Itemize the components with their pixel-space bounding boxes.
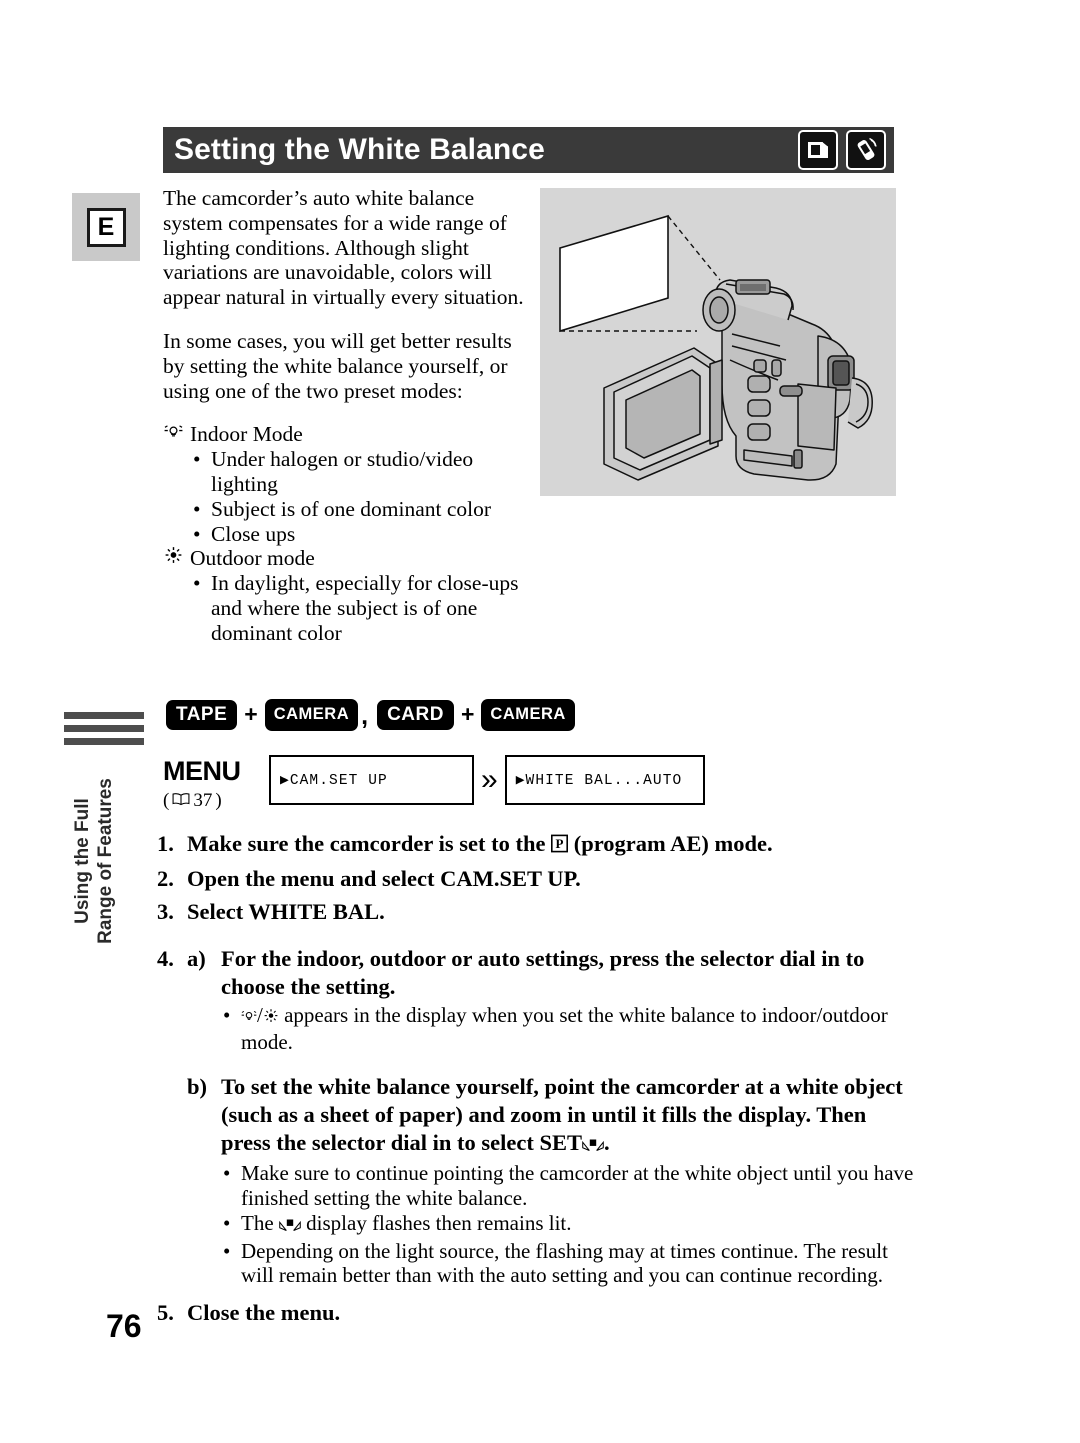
mode-outdoor-bullets: In daylight, especially for close-ups an… bbox=[193, 571, 533, 645]
key-badge-camera-2[interactable]: CAMERA bbox=[481, 699, 575, 731]
menu-label-block: MENU ( 37 ) bbox=[163, 755, 263, 812]
key-badge-camera-1[interactable]: CAMERA bbox=[264, 699, 359, 731]
step-4b-spacer bbox=[157, 1073, 187, 1159]
note-text: Make sure to continue pointing the camco… bbox=[241, 1161, 914, 1210]
wireless-remote-icon bbox=[846, 130, 886, 170]
chevron-right-icon: » bbox=[481, 763, 498, 796]
mode-indoor-label: Indoor Mode bbox=[190, 422, 303, 447]
paren-open: ( bbox=[163, 790, 170, 811]
step-1-text-after: (program AE) mode. bbox=[568, 831, 773, 856]
intro-paragraph-1: The camcorder’s auto white balance syste… bbox=[163, 186, 524, 310]
menu-screen-white-bal[interactable]: ▶WHITE BAL...AUTO bbox=[504, 755, 705, 805]
open-book-icon bbox=[172, 790, 190, 812]
sidebar-bar bbox=[64, 725, 144, 732]
step-4a: 4. a) For the indoor, outdoor or auto se… bbox=[157, 945, 917, 1001]
mode-outdoor-label: Outdoor mode bbox=[190, 546, 315, 571]
menu-screen-white-bal-text: ▶WHITE BAL...AUTO bbox=[515, 772, 683, 789]
list-item: Subject is of one dominant color bbox=[193, 497, 533, 522]
key-badge-tape[interactable]: TAPE bbox=[166, 699, 238, 730]
list-item: Under halogen or studio/video lighting bbox=[193, 447, 533, 497]
list-item: / appears in the display when you set th… bbox=[221, 1003, 917, 1054]
edition-marker-e: E bbox=[86, 207, 126, 247]
menu-navigation-row: MENU ( 37 ) ▶CAM.SET UP » ▶WHITE BAL...A… bbox=[163, 755, 705, 812]
header-icon-group bbox=[798, 130, 886, 170]
note-text-before: The bbox=[241, 1211, 279, 1235]
list-item: Close ups bbox=[193, 522, 533, 547]
step-2-number: 2. bbox=[157, 866, 174, 891]
preset-mode-list: Indoor Mode Under halogen or studio/vide… bbox=[163, 422, 533, 645]
sidebar-section-label: Using the Full Range of Features bbox=[71, 741, 117, 981]
sidebar-section-label-line2: Range of Features bbox=[95, 778, 116, 944]
paren-close: ) bbox=[215, 790, 222, 811]
step-4a-text: For the indoor, outdoor or auto settings… bbox=[221, 946, 865, 999]
menu-page-reference: ( 37 ) bbox=[163, 790, 263, 812]
separator-comma: , bbox=[361, 701, 369, 730]
indoor-lamp-icon bbox=[163, 422, 183, 447]
step-5-number: 5. bbox=[157, 1299, 174, 1325]
step-1: 1. Make sure the camcorder is set to the… bbox=[157, 830, 917, 859]
list-item: In daylight, especially for close-ups an… bbox=[193, 571, 533, 645]
mode-outdoor: Outdoor mode bbox=[163, 546, 533, 571]
step-2: 2. Open the menu and select CAM.SET UP. bbox=[157, 865, 917, 892]
step-1-number: 1. bbox=[157, 831, 174, 856]
camcorder-illustration bbox=[540, 188, 896, 496]
step-1-text: Make sure the camcorder is set to the P … bbox=[187, 830, 917, 859]
step-4b-letter: b) bbox=[187, 1074, 208, 1099]
list-item: Depending on the light source, the flash… bbox=[221, 1239, 917, 1288]
intro-text-column: The camcorder’s auto white balance syste… bbox=[163, 186, 533, 646]
procedure-steps: 1. Make sure the camcorder is set to the… bbox=[157, 830, 917, 1332]
list-item: The display flashes then remains lit. bbox=[221, 1211, 917, 1238]
page-header-bar: Setting the White Balance bbox=[163, 127, 894, 173]
step-4b-text-after: . bbox=[604, 1130, 610, 1155]
step-3-number: 3. bbox=[157, 899, 174, 924]
menu-screen-cam-setup-text: ▶CAM.SET UP bbox=[280, 772, 388, 789]
svg-text:P: P bbox=[556, 836, 564, 851]
card-tape-icon bbox=[798, 130, 838, 170]
page-number: 76 bbox=[106, 1308, 142, 1344]
menu-screen-cam-setup[interactable]: ▶CAM.SET UP bbox=[269, 755, 474, 805]
note-text: Depending on the light source, the flash… bbox=[241, 1238, 888, 1288]
white-balance-set-icon bbox=[279, 1213, 301, 1238]
plus-symbol: + bbox=[244, 701, 258, 728]
note-text-after: display flashes then remains lit. bbox=[300, 1211, 572, 1235]
key-badge-card[interactable]: CARD bbox=[377, 699, 454, 730]
step-4b: b) To set the white balance yourself, po… bbox=[157, 1073, 917, 1159]
plus-symbol: + bbox=[460, 701, 475, 728]
edition-marker-block: E bbox=[72, 193, 140, 261]
outdoor-sun-icon bbox=[163, 546, 183, 571]
intro-paragraph-2: In some cases, you will get better resul… bbox=[163, 328, 512, 403]
step-2-text: Open the menu and select CAM.SET UP. bbox=[187, 866, 581, 891]
step-5: 5. Close the menu. bbox=[157, 1299, 917, 1326]
mode-indoor: Indoor Mode bbox=[163, 422, 533, 447]
outdoor-sun-icon bbox=[263, 1005, 279, 1030]
page-title: Setting the White Balance bbox=[174, 133, 545, 166]
step-4a-notes: / appears in the display when you set th… bbox=[221, 1003, 917, 1054]
list-item: Make sure to continue pointing the camco… bbox=[221, 1161, 917, 1210]
step-4b-notes: Make sure to continue pointing the camco… bbox=[221, 1161, 917, 1288]
menu-button-label[interactable]: MENU bbox=[163, 758, 263, 785]
mode-indoor-bullets: Under halogen or studio/video lighting S… bbox=[193, 447, 533, 546]
step-1-text-before: Make sure the camcorder is set to the bbox=[187, 831, 552, 856]
step-3: 3. Select WHITE BAL. bbox=[157, 898, 917, 925]
sidebar-bar bbox=[64, 712, 144, 719]
white-balance-set-icon bbox=[582, 1131, 604, 1159]
sidebar-section-label-line1: Using the Full bbox=[72, 798, 93, 924]
step-4a-note-text: appears in the display when you set the … bbox=[241, 1003, 888, 1054]
program-ae-p-icon: P bbox=[551, 832, 569, 859]
menu-page-number: 37 bbox=[193, 790, 213, 811]
step-4b-text: To set the white balance yourself, point… bbox=[221, 1073, 917, 1159]
step-4-number: 4. bbox=[157, 946, 174, 971]
indoor-lamp-icon bbox=[241, 1005, 257, 1030]
menu-screen-sequence: ▶CAM.SET UP » ▶WHITE BAL...AUTO bbox=[269, 755, 705, 805]
step-3-text: Select WHITE BAL. bbox=[187, 899, 385, 924]
mode-key-combination-row: TAPE + CAMERA , CARD + CAMERA bbox=[166, 699, 575, 731]
step-5-text: Close the menu. bbox=[187, 1299, 341, 1325]
step-4a-letter: a) bbox=[187, 946, 206, 971]
step-4b-text-before: To set the white balance yourself, point… bbox=[221, 1074, 903, 1155]
